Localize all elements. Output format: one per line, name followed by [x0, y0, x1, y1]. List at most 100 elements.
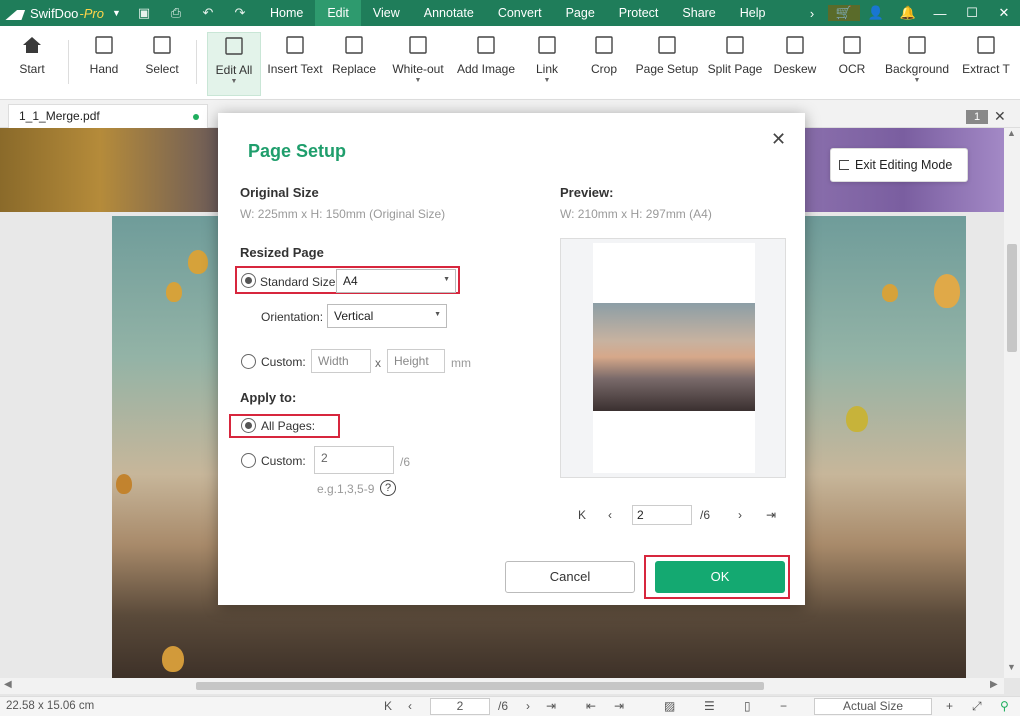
- custom-pages-input[interactable]: 2: [314, 446, 394, 474]
- preview-first-page-icon[interactable]: K: [578, 508, 586, 522]
- chevron-down-icon[interactable]: ▼: [112, 8, 121, 18]
- menu-view[interactable]: View: [361, 0, 412, 26]
- start-button[interactable]: Start: [14, 34, 50, 76]
- close-tab-icon[interactable]: ✕: [994, 108, 1006, 125]
- zoom-out-icon[interactable]: −: [780, 699, 787, 713]
- hand-button[interactable]: Hand: [86, 34, 122, 76]
- zoom-level[interactable]: Actual Size: [814, 698, 932, 715]
- split-page-button[interactable]: Split Page: [704, 34, 766, 76]
- horizontal-scroll-thumb[interactable]: [196, 682, 764, 690]
- back-view-icon[interactable]: ⇤: [586, 699, 596, 713]
- cancel-button[interactable]: Cancel: [505, 561, 635, 593]
- ribbon-label: Crop: [590, 62, 617, 76]
- edit-all-button[interactable]: Edit All ▼: [207, 32, 261, 96]
- select-button[interactable]: Select: [144, 34, 180, 76]
- cart-icon[interactable]: 🛒: [828, 5, 860, 21]
- preview-page-input[interactable]: 2: [632, 505, 692, 525]
- help-icon[interactable]: ?: [380, 480, 396, 496]
- preview-next-page-icon[interactable]: ›: [738, 508, 742, 522]
- menu-convert[interactable]: Convert: [486, 0, 554, 26]
- minimize-icon[interactable]: —: [924, 6, 956, 21]
- forward-view-icon[interactable]: ⇥: [614, 699, 624, 713]
- ocr-button[interactable]: OCR: [834, 34, 870, 76]
- fit-page-icon[interactable]: ⤢: [972, 699, 982, 714]
- document-tab[interactable]: 1_1_Merge.pdf: [8, 104, 208, 128]
- orientation-select[interactable]: Vertical ▼: [327, 304, 447, 328]
- edit-all-icon: [223, 35, 245, 57]
- custom-pages-radio[interactable]: [241, 453, 256, 468]
- window-controls: › 🛒 👤 🔔 — ☐ ✕: [796, 0, 1020, 26]
- standard-size-radio[interactable]: [241, 273, 256, 288]
- view-mode-icon[interactable]: ▨: [664, 699, 675, 713]
- deskew-button[interactable]: Deskew: [772, 34, 818, 76]
- scroll-right-icon[interactable]: ▶: [990, 679, 998, 690]
- original-size-value: W: 225mm x H: 150mm (Original Size): [240, 207, 446, 221]
- prev-page-icon[interactable]: ‹: [408, 699, 412, 713]
- user-icon[interactable]: 👤: [860, 5, 892, 21]
- menu-page[interactable]: Page: [554, 0, 607, 26]
- status-page-input[interactable]: 2: [430, 698, 490, 715]
- ribbon-label: White-out: [392, 62, 444, 76]
- hand-icon: [93, 34, 115, 56]
- save-icon[interactable]: ▣: [128, 5, 160, 21]
- dialog-close-icon[interactable]: ✕: [771, 129, 786, 150]
- bell-icon[interactable]: 🔔: [892, 5, 924, 21]
- single-page-icon[interactable]: ▯: [744, 699, 751, 713]
- standard-size-label: Standard Size:: [260, 275, 339, 289]
- ok-button[interactable]: OK: [655, 561, 785, 593]
- width-input[interactable]: Width: [311, 349, 371, 373]
- maximize-icon[interactable]: ☐: [956, 5, 988, 21]
- crop-button[interactable]: Crop: [586, 34, 622, 76]
- status-page-total: /6: [498, 699, 509, 713]
- redo-icon[interactable]: ↷: [224, 5, 256, 21]
- page-dimensions: 22.58 x 15.06 cm: [6, 700, 95, 712]
- last-page-icon[interactable]: ⇥: [546, 699, 556, 713]
- background-button[interactable]: Background ▼: [882, 34, 952, 84]
- ribbon-label: Insert Text: [267, 62, 323, 76]
- app-logo[interactable]: SwifDoo -Pro ▼: [0, 6, 128, 21]
- extract-t-button[interactable]: Extract T: [958, 34, 1014, 76]
- scroll-up-icon[interactable]: ▲: [1007, 128, 1016, 138]
- menu-home[interactable]: Home: [258, 0, 315, 26]
- ribbon-label: Split Page: [707, 62, 763, 76]
- white-out-button[interactable]: White-out ▼: [386, 34, 450, 84]
- menu-help[interactable]: Help: [728, 0, 778, 26]
- zoom-in-icon[interactable]: +: [946, 699, 953, 713]
- menu-edit[interactable]: Edit: [315, 0, 361, 26]
- ribbon-label: Replace: [331, 62, 377, 76]
- replace-button[interactable]: Replace: [330, 34, 378, 76]
- vertical-scrollbar[interactable]: ▲ ▼: [1004, 128, 1020, 678]
- height-input[interactable]: Height: [387, 349, 445, 373]
- chevron-right-icon[interactable]: ›: [796, 6, 828, 21]
- page-setup-button[interactable]: Page Setup: [634, 34, 700, 76]
- insert-text-icon: [284, 34, 306, 56]
- title-bar: SwifDoo -Pro ▼ ▣ ⎙ ↶ ↷ Home Edit View Annota…: [0, 0, 1020, 26]
- custom-size-radio[interactable]: [241, 354, 256, 369]
- balloon-shape: [934, 274, 960, 308]
- preview-prev-page-icon[interactable]: ‹: [608, 508, 612, 522]
- scroll-left-icon[interactable]: ◀: [4, 679, 12, 690]
- first-page-icon[interactable]: K: [384, 699, 392, 713]
- original-size-heading: Original Size: [240, 185, 319, 200]
- menu-annotate[interactable]: Annotate: [412, 0, 486, 26]
- all-pages-radio[interactable]: [241, 418, 256, 433]
- scroll-down-icon[interactable]: ▼: [1007, 662, 1016, 672]
- undo-icon[interactable]: ↶: [192, 5, 224, 21]
- insert-text-button[interactable]: Insert Text: [266, 34, 324, 76]
- exit-editing-mode-button[interactable]: Exit Editing Mode: [830, 148, 968, 182]
- add-image-button[interactable]: Add Image: [452, 34, 520, 76]
- pin-icon[interactable]: ⚲: [1000, 699, 1009, 713]
- print-icon[interactable]: ⎙: [160, 5, 192, 21]
- preview-last-page-icon[interactable]: ⇥: [766, 508, 776, 522]
- ribbon-label: Start: [19, 62, 45, 76]
- horizontal-scrollbar[interactable]: ◀ ▶: [0, 678, 1004, 694]
- standard-size-select[interactable]: A4 ▼: [336, 269, 456, 293]
- custom-pages-hint: e.g.1,3,5-9: [317, 482, 375, 496]
- menu-share[interactable]: Share: [670, 0, 727, 26]
- next-page-icon[interactable]: ›: [526, 699, 530, 713]
- page-layout-icon[interactable]: ☰: [704, 699, 715, 713]
- link-button[interactable]: Link ▼: [528, 34, 566, 84]
- menu-protect[interactable]: Protect: [607, 0, 671, 26]
- vertical-scroll-thumb[interactable]: [1007, 244, 1017, 352]
- close-icon[interactable]: ✕: [988, 5, 1020, 21]
